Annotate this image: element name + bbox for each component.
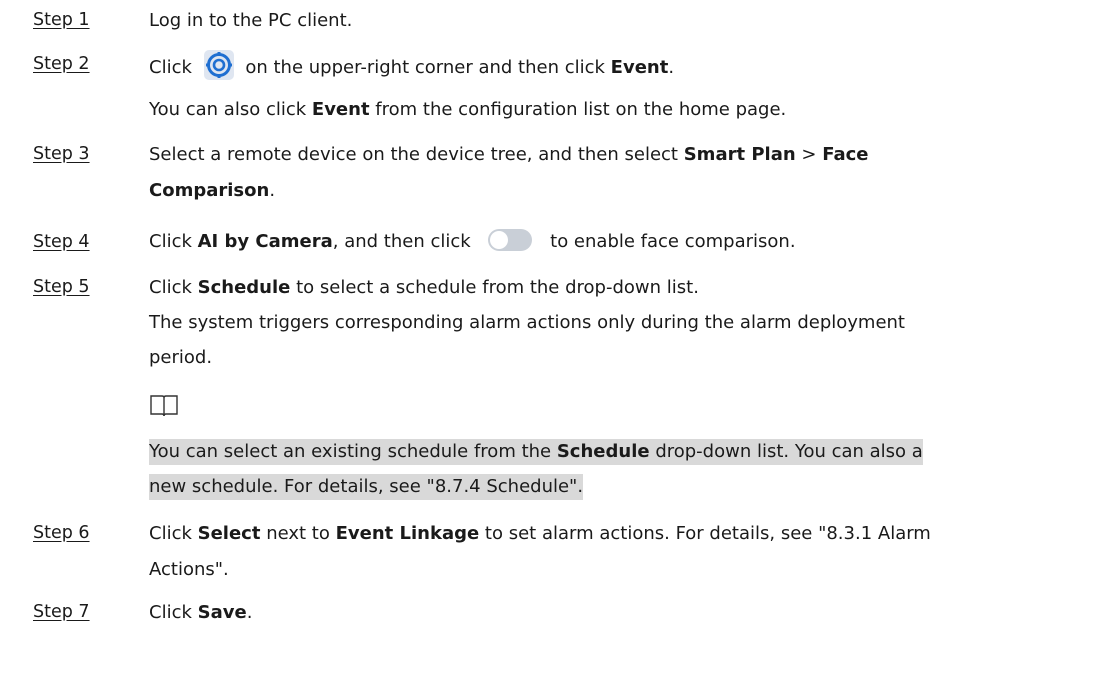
step-3-bold-comparison: Comparison bbox=[149, 180, 270, 201]
step-6-line2: Actions". bbox=[149, 558, 229, 582]
step-7-end: . bbox=[246, 602, 253, 623]
step-6-bold-event-linkage: Event Linkage bbox=[335, 523, 480, 544]
note-bold-schedule: Schedule bbox=[556, 441, 650, 462]
step-4-label: Step 4 bbox=[33, 232, 90, 252]
step-1-label: Step 1 bbox=[33, 10, 90, 30]
step-5-text: Click Schedule to select a schedule from… bbox=[149, 276, 699, 300]
step-3-separator: > bbox=[801, 144, 817, 165]
note-line-2-text: new schedule. For details, see "8.7.4 Sc… bbox=[149, 476, 584, 497]
step-6-text: Click Select next to Event Linkage to se… bbox=[149, 522, 931, 546]
step-3-bold-face: Face bbox=[822, 144, 869, 165]
toggle-switch-icon bbox=[488, 229, 533, 251]
step-7-label: Step 7 bbox=[33, 602, 90, 622]
step-2-sub-pre: You can also click bbox=[149, 99, 307, 120]
step-5-bold-schedule: Schedule bbox=[197, 277, 291, 298]
step-7-bold-save: Save bbox=[197, 602, 247, 623]
step-2-pre: Click bbox=[149, 57, 192, 78]
step-7-pre: Click bbox=[149, 602, 192, 623]
step-1-text: Log in to the PC client. bbox=[149, 9, 352, 33]
step-2-post: on the upper-right corner and then click bbox=[245, 57, 605, 78]
note-line-1: You can select an existing schedule from… bbox=[149, 439, 923, 465]
step-6-mid: next to bbox=[266, 523, 330, 544]
step-2-sub: You can also click Event from the config… bbox=[149, 98, 786, 122]
step-6-post: to set alarm actions. For details, see "… bbox=[484, 523, 931, 544]
step-6-pre: Click bbox=[149, 523, 192, 544]
step-4-text: Click AI by Camera, and then click to en… bbox=[149, 229, 796, 254]
step-4-pre: Click bbox=[149, 231, 192, 252]
step-2-bold-event: Event bbox=[610, 57, 669, 78]
step-5-sub-2: period. bbox=[149, 346, 212, 370]
step-3-label: Step 3 bbox=[33, 144, 90, 164]
note-line-2: new schedule. For details, see "8.7.4 Sc… bbox=[149, 474, 584, 500]
step-3-line2: Comparison. bbox=[149, 179, 275, 203]
step-5-sub-line-1: The system triggers corresponding alarm … bbox=[149, 312, 905, 333]
step-4-mid: , and then click bbox=[332, 231, 471, 252]
step-3-bold-smart-plan: Smart Plan bbox=[683, 144, 796, 165]
step-2-sub-bold: Event bbox=[311, 99, 370, 120]
step-5-label: Step 5 bbox=[33, 277, 90, 297]
step-2-text: Click on the upper-right corner and then… bbox=[149, 50, 675, 83]
step-5-pre: Click bbox=[149, 277, 192, 298]
step-3-pre: Select a remote device on the device tre… bbox=[149, 144, 678, 165]
note-book-icon bbox=[149, 393, 179, 424]
note-line-1-pre: You can select an existing schedule from… bbox=[149, 441, 552, 462]
step-1-content: Log in to the PC client. bbox=[149, 10, 353, 31]
step-3-text: Select a remote device on the device tre… bbox=[149, 143, 868, 167]
step-4-post: to enable face comparison. bbox=[550, 231, 796, 252]
step-6-bold-select: Select bbox=[197, 523, 261, 544]
step-3-end: . bbox=[269, 180, 276, 201]
step-2-sub-post: from the configuration list on the home … bbox=[375, 99, 787, 120]
step-6-label: Step 6 bbox=[33, 523, 90, 543]
step-5-post: to select a schedule from the drop-down … bbox=[296, 277, 699, 298]
step-4-bold-ai-by-camera: AI by Camera bbox=[197, 231, 333, 252]
step-2-end: . bbox=[668, 57, 675, 78]
document-page: Step 1 Log in to the PC client. Step 2 C… bbox=[0, 0, 1106, 679]
settings-gear-icon bbox=[203, 50, 234, 80]
step-2-label: Step 2 bbox=[33, 54, 90, 74]
step-5-sub-line-2: period. bbox=[149, 347, 213, 368]
note-line-1-post: drop-down list. You can also a bbox=[655, 441, 923, 462]
toggle-knob bbox=[490, 231, 509, 249]
step-5-sub-1: The system triggers corresponding alarm … bbox=[149, 311, 905, 335]
step-7-text: Click Save. bbox=[149, 601, 252, 625]
step-6-line-2-text: Actions". bbox=[149, 559, 229, 580]
